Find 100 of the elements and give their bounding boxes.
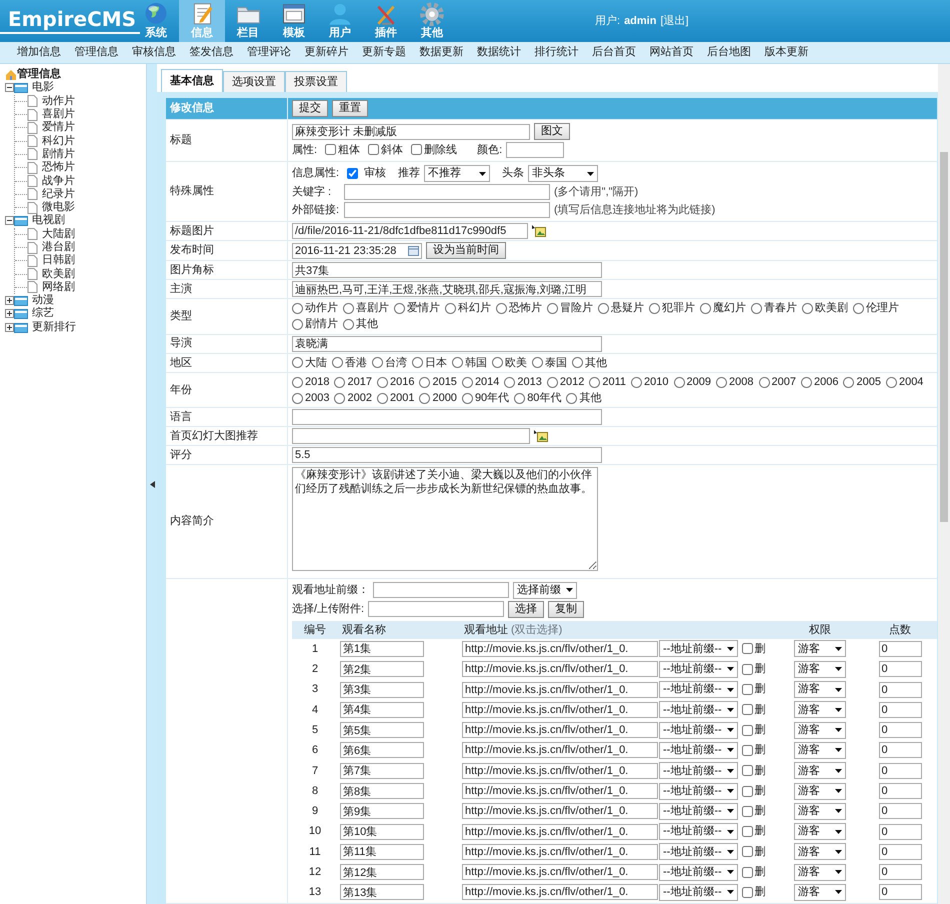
delete-checkbox[interactable]	[742, 664, 753, 675]
nav-tab[interactable]: 栏目	[225, 0, 271, 42]
radio-button[interactable]	[372, 357, 383, 368]
radio-button[interactable]	[332, 357, 343, 368]
url-prefix-select[interactable]: --地址前缀--	[659, 742, 738, 759]
radio-button[interactable]	[598, 302, 609, 314]
permission-select[interactable]: 游客	[794, 762, 846, 780]
permission-select[interactable]: 游客	[794, 823, 846, 840]
radio-button[interactable]	[800, 376, 812, 388]
radio-button[interactable]	[751, 302, 762, 314]
text-image-button[interactable]: 图文	[534, 123, 570, 140]
tree-item[interactable]: 爱情片	[42, 122, 75, 134]
tree-item[interactable]: 大陆剧	[42, 228, 75, 240]
nav-tab[interactable]: 其他	[409, 0, 455, 42]
points-input[interactable]: 0	[878, 803, 922, 820]
radio-button[interactable]	[532, 357, 543, 368]
delete-checkbox[interactable]	[742, 786, 753, 796]
tree-item[interactable]: 纪录片	[42, 188, 75, 200]
points-input[interactable]: 0	[878, 864, 922, 880]
headline-select[interactable]: 非头条	[528, 165, 598, 182]
submenu-link[interactable]: 后台地图	[707, 45, 751, 60]
url-prefix-select[interactable]: --地址前缀--	[659, 660, 738, 678]
attachment-button[interactable]: 选择	[508, 600, 544, 618]
delete-checkbox[interactable]	[742, 846, 753, 858]
tree-item[interactable]: 剧情片	[42, 148, 75, 160]
tab[interactable]: 基本信息	[161, 69, 223, 92]
radio-button[interactable]	[547, 302, 558, 314]
nav-tab[interactable]: 模板	[271, 0, 317, 42]
delete-checkbox[interactable]	[742, 806, 753, 817]
delete-checkbox[interactable]	[742, 866, 753, 878]
submenu-link[interactable]: 管理评论	[247, 45, 291, 60]
url-prefix-select[interactable]: --地址前缀--	[659, 884, 738, 901]
submenu-link[interactable]: 增加信息	[17, 45, 61, 60]
tree-item[interactable]: 日韩剧	[42, 255, 75, 266]
episode-url-input[interactable]: http://movie.ks.js.cn/flv/other/1_0.	[462, 884, 658, 900]
text-input[interactable]: 迪丽热巴,马可,王洋,王煜,张燕,艾晓琪,邵兵,寇振海,刘璐,江明	[292, 281, 602, 297]
date-input[interactable]: 2016-11-21 23:35:28	[292, 242, 422, 258]
points-input[interactable]: 0	[878, 742, 922, 758]
submenu-link[interactable]: 数据统计	[477, 45, 521, 60]
url-prefix-select[interactable]: --地址前缀--	[659, 802, 738, 820]
radio-button[interactable]	[292, 392, 303, 404]
radio-button[interactable]	[334, 392, 346, 404]
submenu-link[interactable]: 数据更新	[420, 45, 464, 60]
radio-button[interactable]	[700, 302, 711, 314]
url-prefix-select[interactable]: --地址前缀--	[659, 701, 738, 718]
permission-select[interactable]: 游客	[794, 843, 846, 860]
episode-name-input[interactable]: 第4集	[340, 702, 424, 718]
radio-button[interactable]	[716, 376, 728, 388]
delete-checkbox[interactable]	[742, 826, 753, 838]
submenu-link[interactable]: 排行统计	[534, 45, 578, 60]
text-input[interactable]: 5.5	[292, 447, 602, 464]
url-prefix-select[interactable]: --地址前缀--	[659, 640, 738, 658]
radio-button[interactable]	[843, 376, 854, 388]
points-input[interactable]: 0	[878, 884, 922, 900]
tree-item[interactable]: 动作片	[42, 96, 75, 107]
radio-button[interactable]	[566, 392, 578, 404]
text-input[interactable]: 袁晓满	[292, 336, 602, 352]
permission-select[interactable]: 游客	[794, 722, 846, 739]
episode-url-input[interactable]: http://movie.ks.js.cn/flv/other/1_0.	[462, 803, 658, 820]
delete-checkbox[interactable]	[742, 684, 753, 696]
radio-button[interactable]	[292, 318, 303, 330]
points-input[interactable]: 0	[878, 702, 922, 718]
radio-button[interactable]	[546, 376, 558, 388]
episode-name-input[interactable]: 第10集	[340, 824, 424, 840]
tab[interactable]: 选项设置	[223, 71, 285, 92]
url-prefix-select[interactable]: --地址前缀--	[659, 864, 738, 881]
radio-button[interactable]	[376, 392, 388, 404]
set-now-button[interactable]: 设为当前时间	[426, 242, 506, 259]
radio-button[interactable]	[674, 376, 685, 388]
tree-item[interactable]: 更新排行	[32, 322, 76, 333]
tree-item[interactable]: 港台剧	[42, 242, 75, 253]
radio-button[interactable]	[419, 376, 430, 388]
radio-button[interactable]	[334, 376, 346, 388]
radio-button[interactable]	[514, 392, 526, 404]
url-prefix-select[interactable]: --地址前缀--	[659, 823, 738, 840]
scrollbar-thumb[interactable]	[940, 152, 948, 522]
radio-button[interactable]	[886, 376, 897, 388]
radio-button[interactable]	[589, 376, 600, 388]
submenu-link[interactable]: 签发信息	[190, 45, 234, 60]
tree-item[interactable]: 微电影	[42, 202, 75, 214]
style-checkbox[interactable]	[325, 144, 336, 156]
radio-button[interactable]	[631, 376, 642, 388]
style-checkbox[interactable]	[411, 144, 422, 156]
delete-checkbox[interactable]	[742, 643, 753, 654]
episode-url-input[interactable]: http://movie.ks.js.cn/flv/other/1_0.	[462, 844, 658, 860]
url-prefix-select[interactable]: --地址前缀--	[659, 762, 738, 780]
episode-url-input[interactable]: http://movie.ks.js.cn/flv/other/1_0.	[462, 824, 658, 840]
episode-url-input[interactable]: http://movie.ks.js.cn/flv/other/1_0.	[462, 640, 658, 657]
url-prefix-select[interactable]: --地址前缀--	[659, 722, 738, 739]
radio-button[interactable]	[572, 357, 583, 368]
tree-item[interactable]: 喜剧片	[42, 109, 75, 120]
points-input[interactable]: 0	[878, 640, 922, 657]
tree-item[interactable]: 动漫	[32, 295, 54, 306]
radio-button[interactable]	[343, 302, 354, 314]
tree-item[interactable]: 科幻片	[42, 136, 75, 147]
permission-select[interactable]: 游客	[794, 782, 846, 800]
points-input[interactable]: 0	[878, 722, 922, 738]
url-prefix-select[interactable]: --地址前缀--	[659, 782, 738, 800]
submenu-link[interactable]: 网站首页	[650, 45, 694, 60]
submenu-link[interactable]: 更新碎片	[304, 45, 348, 60]
